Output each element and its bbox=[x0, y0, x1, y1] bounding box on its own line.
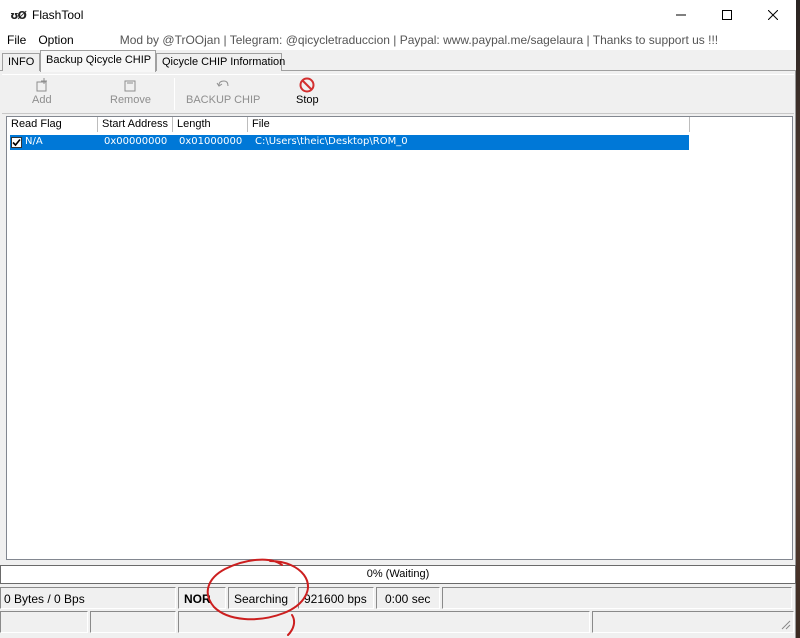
menu-file[interactable]: File bbox=[0, 33, 32, 47]
flashtool-window: ʊØ FlashTool File Option Mod by @TrOOjan… bbox=[0, 0, 796, 638]
maximize-button[interactable] bbox=[704, 0, 750, 30]
status-baud: 921600 bps bbox=[298, 587, 374, 609]
status-panel-1 bbox=[0, 611, 88, 633]
add-button[interactable]: Add bbox=[32, 77, 52, 106]
status-bytes: 0 Bytes / 0 Bps bbox=[0, 587, 176, 609]
status-extra bbox=[442, 587, 792, 609]
minimize-icon bbox=[676, 14, 686, 16]
tab-backup-qicycle-chip[interactable]: Backup Qicycle CHIP bbox=[40, 50, 156, 72]
remove-file-icon bbox=[123, 77, 137, 93]
desktop-background bbox=[796, 0, 800, 638]
stop-label: Stop bbox=[296, 94, 319, 106]
backup-chip-label: BACKUP CHIP bbox=[186, 94, 261, 106]
checkmark-icon bbox=[12, 138, 21, 147]
undo-arrow-icon bbox=[216, 77, 230, 93]
row-checkbox[interactable] bbox=[11, 137, 22, 148]
window-controls bbox=[658, 0, 796, 30]
tab-info[interactable]: INFO bbox=[2, 53, 40, 71]
status-state: Searching bbox=[228, 587, 296, 609]
column-length[interactable]: Length bbox=[173, 117, 248, 132]
status-panel-3 bbox=[178, 611, 590, 633]
title-bar[interactable]: ʊØ FlashTool bbox=[0, 0, 796, 30]
column-read-flag[interactable]: Read Flag bbox=[7, 117, 98, 132]
backup-chip-button[interactable]: BACKUP CHIP bbox=[186, 77, 260, 106]
cell-read-flag: N/A bbox=[25, 136, 43, 147]
status-panel-4 bbox=[592, 611, 794, 633]
toolbar: Add Remove BACKUP CHIP Stop bbox=[2, 74, 794, 114]
status-bar-secondary bbox=[0, 611, 796, 634]
status-chip-type: NOR bbox=[178, 587, 226, 609]
table-row[interactable]: N/A 0x00000000 0x01000000 C:\Users\theic… bbox=[10, 135, 689, 150]
column-file[interactable]: File bbox=[248, 117, 690, 132]
stop-button[interactable]: Stop bbox=[296, 77, 319, 106]
status-time: 0:00 sec bbox=[376, 587, 440, 609]
status-bar: 0 Bytes / 0 Bps NOR Searching 921600 bps… bbox=[0, 587, 796, 610]
status-panel-2 bbox=[90, 611, 176, 633]
remove-button[interactable]: Remove bbox=[110, 77, 151, 106]
progress-bar: 0% (Waiting) bbox=[0, 565, 796, 584]
toolbar-separator bbox=[174, 78, 175, 110]
menu-option[interactable]: Option bbox=[32, 33, 79, 47]
cell-length: 0x01000000 bbox=[179, 136, 243, 147]
menu-bar: File Option Mod by @TrOOjan | Telegram: … bbox=[0, 30, 796, 50]
resize-grip-icon[interactable] bbox=[779, 618, 791, 630]
tab-strip: INFO Backup Qicycle CHIP Qicycle CHIP In… bbox=[0, 50, 796, 72]
list-header: Read Flag Start Address Length File bbox=[7, 117, 690, 132]
column-start-address[interactable]: Start Address bbox=[98, 117, 173, 132]
tab-qicycle-chip-information[interactable]: Qicycle CHIP Information bbox=[156, 53, 285, 71]
app-icon: ʊØ bbox=[10, 8, 27, 22]
cell-file: C:\Users\theic\Desktop\ROM_0 bbox=[255, 136, 408, 147]
window-title: FlashTool bbox=[32, 8, 84, 22]
backup-list[interactable]: Read Flag Start Address Length File N/A … bbox=[6, 116, 793, 560]
cell-start-address: 0x00000000 bbox=[104, 136, 168, 147]
add-label: Add bbox=[32, 94, 52, 106]
progress-text: 0% (Waiting) bbox=[366, 568, 430, 580]
close-button[interactable] bbox=[750, 0, 796, 30]
stop-icon bbox=[299, 77, 315, 93]
remove-label: Remove bbox=[110, 94, 151, 106]
add-file-icon bbox=[35, 77, 49, 93]
credits-text: Mod by @TrOOjan | Telegram: @qicycletrad… bbox=[119, 33, 719, 47]
close-icon bbox=[768, 10, 778, 20]
maximize-icon bbox=[722, 10, 732, 20]
minimize-button[interactable] bbox=[658, 0, 704, 30]
